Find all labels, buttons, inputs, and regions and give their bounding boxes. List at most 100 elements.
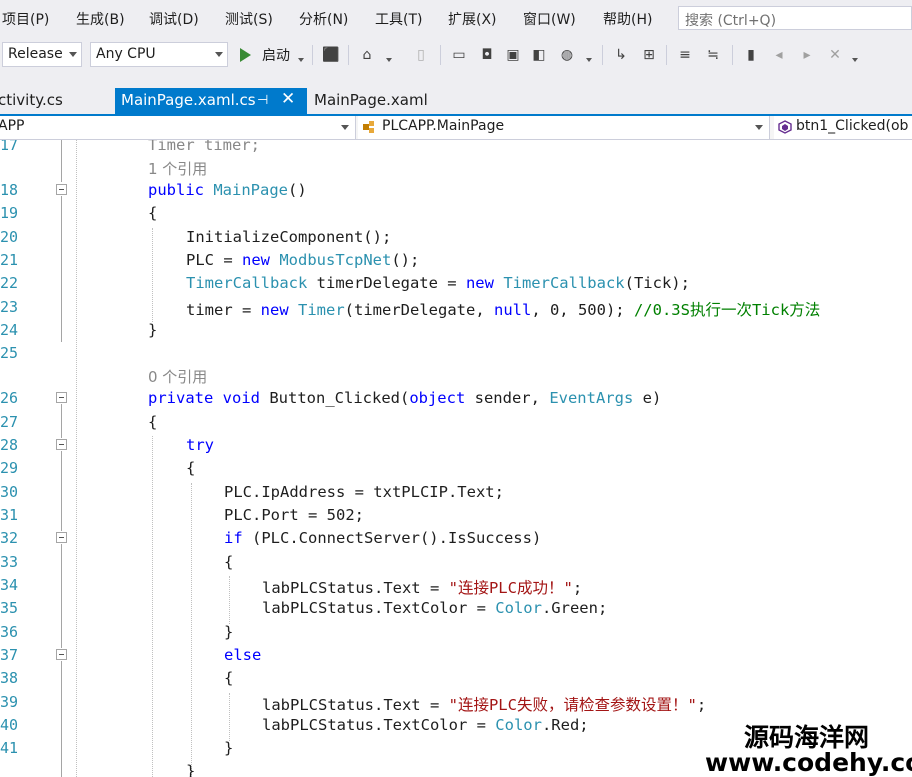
code-token: InitializeComponent(); [186, 228, 392, 246]
chevron-down-icon[interactable] [852, 58, 858, 62]
code-token: { [186, 459, 196, 477]
code-token: TimerCallback [186, 274, 308, 292]
menu-test[interactable]: 测试(S) [225, 9, 273, 29]
collapse-icon[interactable] [56, 184, 67, 195]
collapse-icon[interactable] [56, 532, 67, 543]
menu-extensions[interactable]: 扩展(X) [448, 9, 497, 29]
menu-analyze[interactable]: 分析(N) [299, 9, 348, 29]
code-line: if (PLC.ConnectServer().IsSuccess) [224, 529, 541, 547]
chevron-down-icon [341, 125, 349, 130]
codelens-references[interactable]: 0 个引用 [148, 366, 207, 387]
code-token: Timer [298, 301, 345, 319]
terminal-icon[interactable]: ▣ [504, 46, 522, 64]
document-tabs: ctivity.cs MainPage.xaml.cs ⊣ ✕ MainPage… [0, 74, 912, 116]
code-token: (Tick); [624, 274, 690, 292]
fold-line [61, 661, 62, 777]
bookmark-icon[interactable]: ▮ [742, 46, 760, 64]
code-string: "连接PLC成功！" [448, 579, 573, 597]
line-number: 26 [0, 389, 19, 407]
code-string: "连接PLC失败，请检查参数设置！" [448, 696, 697, 714]
document-icon[interactable]: ▯ [412, 46, 430, 64]
code-token: labPLCStatus.TextColor = [262, 716, 496, 734]
menu-project[interactable]: 项目(P) [2, 9, 49, 29]
code-token: (); [391, 251, 420, 269]
clear-bookmarks-icon[interactable]: ✕ [826, 46, 844, 64]
code-token: } [148, 321, 158, 339]
find-in-files-icon[interactable]: ⬛ [322, 46, 340, 64]
chevron-down-icon [69, 52, 77, 57]
menu-debug[interactable]: 调试(D) [149, 9, 199, 29]
chevron-down-icon[interactable] [586, 58, 592, 62]
code-token: object [409, 389, 466, 407]
code-token: null [493, 301, 532, 319]
format-icon[interactable]: ⊞ [640, 46, 658, 64]
code-token: timerDelegate = [307, 274, 466, 292]
window-icon[interactable]: ◧ [530, 46, 548, 64]
menu-window[interactable]: 窗口(W) [523, 9, 576, 29]
code-line: { [224, 553, 233, 571]
line-number: 20 [0, 228, 19, 246]
tab-mainpage-xaml-cs[interactable]: MainPage.xaml.cs ⊣ ✕ [115, 88, 307, 116]
code-editor[interactable]: 17 18 19 20 21 22 23 24 25 26 27 28 29 3… [0, 140, 912, 777]
toolbar: Release Any CPU 启动 ⬛ ⌂ ▯ ▭ ◘ ▣ ◧ ◍ ↳ ⊞ ≡… [0, 36, 912, 74]
chevron-down-icon[interactable] [386, 58, 392, 62]
collapse-icon[interactable] [56, 439, 67, 450]
menu-help[interactable]: 帮助(H) [603, 9, 652, 29]
code-token: { [224, 669, 234, 687]
code-token: labPLCStatus.Text = [262, 696, 449, 714]
menu-build[interactable]: 生成(B) [76, 9, 125, 29]
collapse-icon[interactable] [56, 649, 67, 660]
device-icon[interactable]: ◘ [478, 46, 496, 64]
home-icon[interactable]: ⌂ [358, 46, 376, 64]
line-number: 27 [0, 413, 19, 431]
class-dropdown[interactable]: PLCAPP.MainPage [358, 116, 770, 139]
code-line: { [148, 204, 157, 222]
code-token: TimerCallback [503, 274, 625, 292]
indent-guide [229, 576, 230, 624]
code-line: try [186, 436, 214, 454]
code-line: TimerCallback timerDelegate = new TimerC… [186, 274, 690, 292]
code-line: } [186, 762, 195, 777]
search-placeholder: 搜索 (Ctrl+Q) [685, 13, 777, 29]
code-token: Button_Clicked( [260, 389, 410, 407]
collapse-icon[interactable] [56, 392, 67, 403]
toolbar-separator [666, 45, 667, 65]
globe-icon[interactable]: ◍ [558, 46, 576, 64]
code-token: labPLCStatus.TextColor = [262, 599, 496, 617]
open-file-icon[interactable]: ▭ [450, 46, 468, 64]
search-input[interactable]: 搜索 (Ctrl+Q) [678, 6, 912, 30]
pin-icon[interactable]: ⊣ [257, 93, 268, 108]
code-line: labPLCStatus.TextColor = Color.Green; [262, 599, 607, 617]
previous-bookmark-icon[interactable]: ◂ [770, 46, 788, 64]
code-token: new [260, 301, 289, 319]
menu-tools[interactable]: 工具(T) [375, 9, 422, 29]
indent-guide [191, 483, 192, 777]
code-token: MainPage [213, 181, 288, 199]
code-line: Timer timer; [148, 140, 260, 154]
chevron-down-icon[interactable] [298, 58, 304, 62]
fold-line [61, 196, 62, 342]
line-number: 18 [0, 181, 19, 199]
line-number: 21 [0, 251, 19, 269]
configuration-select[interactable]: Release [2, 42, 82, 67]
next-bookmark-icon[interactable]: ▸ [798, 46, 816, 64]
code-token: (timerDelegate, [344, 301, 494, 319]
class-icon [363, 121, 374, 133]
step-over-icon[interactable]: ↳ [612, 46, 630, 64]
uncomment-icon[interactable]: ≒ [704, 46, 722, 64]
line-number: 41 [0, 739, 19, 757]
comment-icon[interactable]: ≡ [676, 46, 694, 64]
member-dropdown[interactable]: btn1_Clicked(ob [774, 116, 912, 139]
toolbar-separator [602, 45, 603, 65]
close-icon[interactable]: ✕ [281, 89, 295, 109]
line-number: 22 [0, 274, 19, 292]
line-number: 35 [0, 599, 19, 617]
codelens-references[interactable]: 1 个引用 [148, 158, 207, 179]
tab-mainpage-xaml[interactable]: MainPage.xaml [308, 88, 438, 116]
code-line: timer = new Timer(timerDelegate, null, 0… [186, 298, 820, 320]
project-dropdown[interactable]: APP [0, 116, 356, 139]
platform-select[interactable]: Any CPU [90, 42, 228, 67]
platform-value: Any CPU [96, 46, 156, 62]
tab-activity[interactable]: ctivity.cs [0, 88, 110, 116]
tab-label: MainPage.xaml.cs [121, 91, 256, 109]
